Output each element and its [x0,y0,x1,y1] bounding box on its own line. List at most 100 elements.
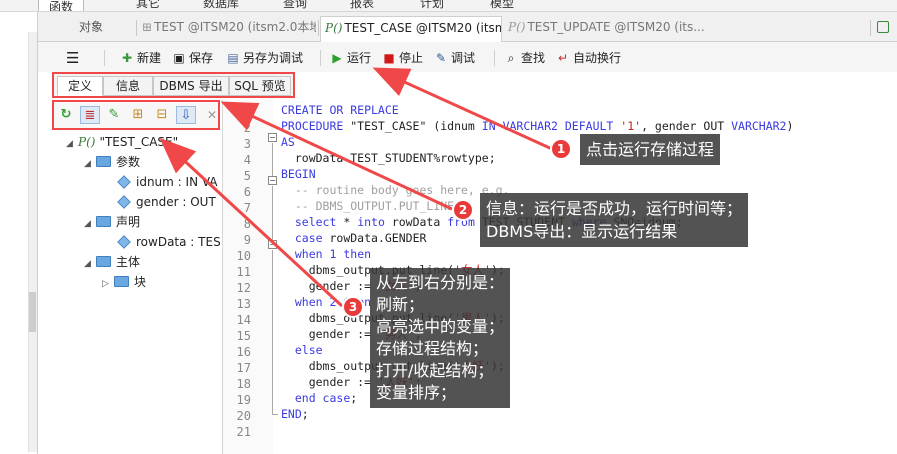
debug-button[interactable]: ✎ 调试 [434,49,475,67]
tab-test-case-label: TEST_CASE @ITSM20 (itsm2... [344,21,501,35]
expand-arrow-icon[interactable]: ▷ [102,274,114,294]
line-number: 20 [236,409,251,423]
tree-node-param-idnum[interactable]: idnum : IN VA [117,172,218,192]
collapse-arrow-icon[interactable]: ◢ [84,154,96,174]
line-number-gutter: − − − 1 2 3 4 5 6 7 8 9 10 11 12 13 14 15 16 17 18 19 20 21 [223,100,278,454]
tab-info[interactable]: 信息 [103,76,153,96]
collapse-arrow-icon[interactable]: ◢ [84,254,96,274]
callout-run-text: 点击运行存储过程 [586,140,715,159]
code-token: IN VARCHAR2 DEFAULT [481,119,614,133]
code-token: when [294,247,323,261]
collapse-arrow-icon[interactable]: ◢ [84,214,96,234]
tree-node-declarations[interactable]: ◢ 声明 [84,212,140,232]
code-token: gender := [281,375,378,389]
tree-root-label: "TEST_CASE" [99,135,179,149]
code-token: rowData [384,215,448,229]
tree-node-param-gender[interactable]: gender : OUT [117,192,216,212]
line-number: 16 [236,345,251,359]
code-line: case rowData.GENDER [281,230,427,246]
line-number: 18 [236,377,251,391]
code-line: rowData TEST_STUDENT%rowtype; [281,150,496,166]
stop-button[interactable]: ■ 停止 [382,49,423,67]
callout-structure-line: 打开/收起结构； [376,361,494,380]
tab-definition[interactable]: 定义 [57,76,103,96]
variable-icon [117,235,131,249]
code-token: -- DBMS_OUTPUT.PUT_LINE [281,199,455,213]
code-token: CREATE OR REPLACE [281,103,399,117]
tab-test[interactable]: ⊞ TEST @ITSM20 (itsm2.0本地... [138,16,316,42]
save-button[interactable]: ▣ 保存 [172,49,213,67]
save-label: 保存 [189,51,214,65]
tab-sql-preview[interactable]: SQL 预览 [229,76,291,96]
menu-item-schedule[interactable]: 计划 [420,0,444,11]
code-token: END [281,407,302,421]
highlight-variable-icon[interactable]: ≣ [80,106,100,124]
code-token: BEGIN [281,167,316,181]
structure-icon[interactable]: ✎ [104,106,124,124]
debug-icon: ✎ [435,51,447,65]
collapse-arrow-icon[interactable]: ◢ [66,134,78,154]
menu-item-report[interactable]: 报表 [350,0,374,11]
line-number: 3 [243,137,251,151]
tab-test-label: TEST @ITSM20 (itsm2.0本地... [154,20,316,34]
tab-dbms-output[interactable]: DBMS 导出 [153,76,229,96]
code-token: else [294,343,323,357]
new-button[interactable]: ✚ 新建 [120,49,161,67]
new-tab-icon[interactable] [877,21,889,33]
folder-icon [96,156,111,167]
line-number: 4 [243,153,251,167]
sort-variables-icon[interactable]: ⇩ [176,106,196,124]
tab-divider [318,20,319,36]
menu-item-model[interactable]: 模型 [490,0,514,11]
save-as-debug-button[interactable]: ▤ 另存为调试 [226,49,303,67]
fold-toggle-icon[interactable]: − [268,133,277,142]
code-token: end case [294,391,351,405]
fold-toggle-icon[interactable]: − [268,240,277,249]
collapse-icon[interactable]: ⊟ [152,106,172,124]
new-icon: ✚ [121,51,133,65]
code-token: * [336,215,358,229]
tree-node-params[interactable]: ◢ 参数 [84,152,140,172]
tab-objects[interactable]: 对象 [44,16,134,42]
variable-icon [117,195,131,209]
code-line: BEGIN [281,166,316,182]
tab-test-update[interactable]: P() TEST_UPDATE @ITSM20 (its... [504,16,714,42]
menu-item-database[interactable]: 数据库 [203,0,239,11]
code-token: ) [786,119,794,133]
code-token: ; [301,407,309,421]
code-line: END; [281,406,309,422]
tree-node-block[interactable]: ▷ 块 [102,272,146,292]
tab-divider [870,20,871,36]
close-icon[interactable]: ✕ [207,108,217,122]
tab-test-case[interactable]: P()TEST_CASE @ITSM20 (itsm2... [320,16,502,42]
find-button[interactable]: ⌕ 查找 [504,49,545,67]
folder-icon [96,216,111,227]
run-button[interactable]: ▶ 运行 [330,49,371,67]
line-number: 7 [243,201,251,215]
tree-params-label: 参数 [116,155,141,169]
fold-toggle-icon[interactable]: − [268,176,277,185]
menu-icon[interactable]: ☰ [66,49,79,67]
tree-root[interactable]: ◢ P() "TEST_CASE" [66,132,178,152]
code-token: AS [281,135,295,149]
refresh-icon[interactable]: ↻ [56,106,76,124]
menu-item-query[interactable]: 查询 [283,0,307,11]
navigator-scroll-thumb[interactable] [29,292,36,332]
tree-param-2-label: gender : OUT [136,195,216,209]
expand-icon[interactable]: ⊞ [128,106,148,124]
find-label: 查找 [521,51,546,65]
word-wrap-button[interactable]: ↵ 自动换行 [556,49,621,67]
procedure-icon: P() [325,21,343,35]
tree-node-rowdata[interactable]: rowData : TES [117,232,221,252]
tab-divider [136,20,137,36]
navigator-scrollbar[interactable] [28,32,37,452]
menu-item-functions[interactable]: 函数 [38,0,85,11]
callout-info-line1: 信息：运行是否成功，运行时间等； [486,199,743,218]
line-number: 1 [243,105,251,119]
menu-item-other[interactable]: 其它 [136,0,160,11]
code-token: gender := [281,279,378,293]
tree-node-body[interactable]: ◢ 主体 [84,252,140,272]
variable-icon [117,175,131,189]
